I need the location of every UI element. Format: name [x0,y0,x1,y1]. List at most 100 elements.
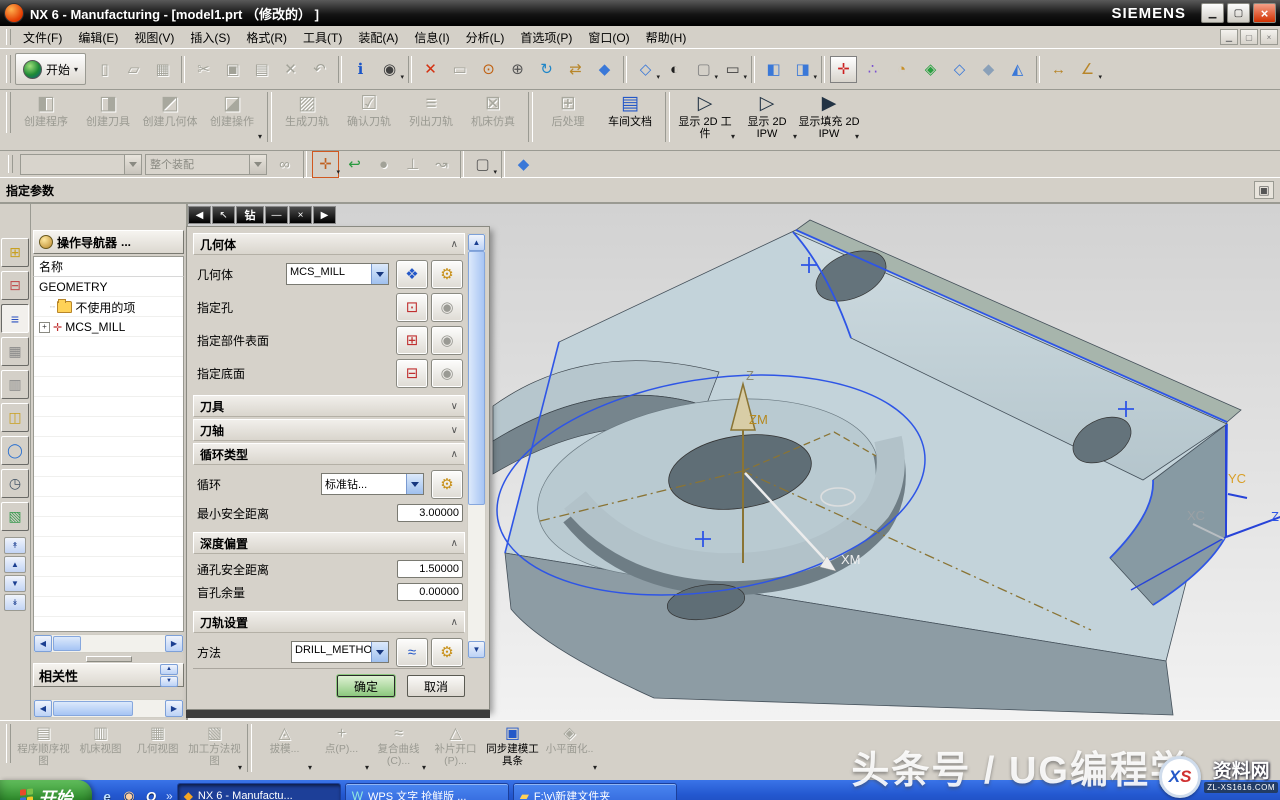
tool-axis-group-header[interactable]: 刀轴 ∨ [193,419,465,441]
media-player-icon[interactable]: ◉ [120,787,138,800]
snap-select-icon[interactable]: ↝ [428,151,455,178]
mdi-restore-button[interactable]: ▢ [1240,29,1258,45]
combo-arrow[interactable] [124,155,141,174]
list-toolpath-button[interactable]: ≡ 列出刀轨 [400,92,462,144]
tool-group-header[interactable]: 刀具 ∨ [193,395,465,417]
patch-opening-button[interactable]: △ 补片开口(P)... [427,724,484,774]
find-icon[interactable]: ◉ ▾ [376,56,403,83]
scroll-right-button[interactable]: ▶ [165,700,183,717]
assemblies-menu[interactable]: 装配(A) [350,27,406,48]
new-method-button[interactable]: ≈ [396,638,428,667]
background-icon[interactable]: ▭ ▾ [719,56,746,83]
display-bottom-button[interactable]: ◉ [431,359,463,388]
edit-geometry-button[interactable]: ⚙ [431,260,463,289]
select-holes-button[interactable]: ⊡ [396,293,428,322]
depth-offset-group-header[interactable]: 深度偏置 ∧ [193,532,465,554]
tools-menu[interactable]: 工具(T) [295,27,350,48]
draft-button[interactable]: ◬ 拔模... ▾ [256,724,313,774]
rectangle-select-icon[interactable]: ▢ ▾ [469,151,496,178]
combo-arrow[interactable] [371,642,388,662]
datum-plane-icon[interactable]: ◧ [760,56,787,83]
mdi-minimize-button[interactable]: ▁ [1220,29,1238,45]
rotate-view-icon[interactable]: ↻ [533,56,560,83]
dependencies-up-button[interactable]: ▲ [160,664,178,675]
cut-icon[interactable]: ✂ [190,56,217,83]
dialog-minimize-button[interactable]: — [265,206,288,224]
show-object-icon[interactable]: ◆ [975,56,1002,83]
program-order-view-button[interactable]: ▤ 程序顺序视图 [15,724,72,774]
information-menu[interactable]: 信息(I) [406,27,457,48]
task-folder[interactable]: ▰ F:\y\新建文件夹 [513,783,677,800]
object-display-icon[interactable]: ◔ [888,56,915,83]
collapse-icon[interactable]: ∧ [451,449,458,460]
pan-view-icon[interactable]: ⇄ [562,56,589,83]
synchronous-modeling-toolbar-button[interactable]: ▣ 同步建模工具条 [484,724,541,774]
dialog-vscrollbar[interactable]: ▲ ▼ [467,233,486,659]
sphere-select-icon[interactable]: ● [370,151,397,178]
zoom-box-icon[interactable]: ⊙ [475,56,502,83]
tree-row-mcs-mill[interactable]: + ✛ MCS_MILL [34,317,183,337]
display-holes-button[interactable]: ◉ [431,293,463,322]
show-hide-icon[interactable]: ◈ [917,56,944,83]
clip-section-icon[interactable]: ▢ ▾ [690,56,717,83]
wcs-dynamics-icon[interactable]: ✛ [830,56,857,83]
combo-arrow[interactable] [371,264,388,284]
measure-angle-icon[interactable]: ∠ ▾ [1074,56,1101,83]
qq-icon[interactable]: Q [142,787,160,800]
dependencies-down-button[interactable]: ▼ [160,676,178,687]
view-menu[interactable]: 视图(V) [126,27,182,48]
scroll-thumb[interactable] [53,701,133,716]
geometry-view-button[interactable]: ▦ 几何视图 [129,724,186,774]
new-file-icon[interactable]: ▯ [91,56,118,83]
close-button[interactable]: × [1253,3,1276,23]
start-menu-button[interactable]: 开始 ▾ [15,53,86,85]
windows-start-button[interactable]: 开始 [0,780,92,800]
expand-icon[interactable]: ∨ [451,401,458,412]
method-combo[interactable]: DRILL_METHOD [291,641,389,663]
create-operation-button[interactable]: ◪ 创建操作 ▾ [201,92,263,144]
info-window-icon[interactable]: ℹ [347,56,374,83]
selection-scope-combo[interactable]: 整个装配 [145,154,267,175]
expand-icon[interactable]: ∨ [451,425,458,436]
blind-stock-field[interactable]: 0.00000 [397,583,463,601]
selection-filter-combo[interactable] [20,154,142,175]
cycle-combo[interactable]: 标准钻... [321,473,424,495]
view-orientation-icon[interactable]: ◇ ▾ [632,56,659,83]
zoom-region-icon[interactable]: ▭ [446,56,473,83]
tree-row-geometry[interactable]: GEOMETRY [34,277,183,297]
analysis-menu[interactable]: 分析(L) [458,27,513,48]
prompt-panel-icon[interactable]: ▣ [1254,181,1274,199]
cancel-button[interactable]: 取消 [407,675,465,697]
path-settings-group-header[interactable]: 刀轨设置 ∧ [193,611,465,633]
task-nx[interactable]: ◆ NX 6 - Manufactu... [177,783,341,800]
collapse-icon[interactable]: ∧ [451,617,458,628]
toolbar-grip[interactable] [8,155,13,173]
edit-cycle-button[interactable]: ⚙ [431,470,463,499]
resource-scroll-top-button[interactable]: ↟ [4,537,26,554]
help-menu[interactable]: 帮助(H) [638,27,695,48]
scroll-down-button[interactable]: ▼ [468,641,485,658]
verify-toolpath-button[interactable]: ☑ 确认刀轨 [338,92,400,144]
constraint-navigator-tab[interactable]: ⊟ [1,271,29,300]
task-wps[interactable]: W WPS 文字 抢鲜版 ... [345,783,509,800]
fit-view-icon[interactable]: ✕ [417,56,444,83]
history-tab[interactable]: ◷ [1,469,29,498]
copy-icon[interactable]: ▣ [219,56,246,83]
collapse-icon[interactable]: ∧ [451,239,458,250]
select-part-surface-button[interactable]: ⊞ [396,326,428,355]
point-button[interactable]: + 点(P)... ▾ [313,724,370,774]
edit-method-button[interactable]: ⚙ [431,638,463,667]
navigator-column-header[interactable]: 名称 [33,256,184,277]
show-2d-workpiece-button[interactable]: ▷ 显示 2D 工件 ▾ [674,92,736,144]
machine-tool-navigator-tab[interactable]: ▦ [1,337,29,366]
shop-documentation-button[interactable]: ▤ 车间文档 [599,92,661,144]
expand-icon[interactable]: + [39,322,50,333]
solid-cube-icon[interactable]: ◆ [510,151,537,178]
preferences-menu[interactable]: 首选项(P) [512,27,580,48]
combo-arrow[interactable] [249,155,266,174]
shaded-view-icon[interactable]: ◆ [591,56,618,83]
scroll-left-button[interactable]: ◀ [34,700,52,717]
paste-icon[interactable]: ▤ [248,56,275,83]
assembly-navigator-tab[interactable]: ⊞ [1,238,29,267]
measure-distance-icon[interactable]: ↔ [1045,56,1072,83]
